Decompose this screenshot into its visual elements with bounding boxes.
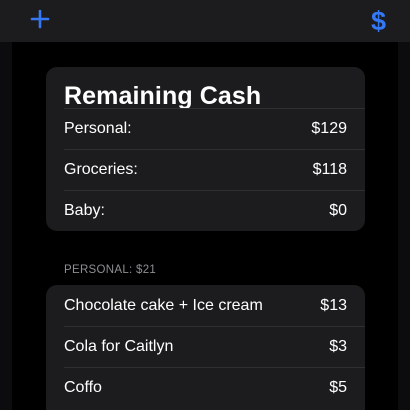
row-value: $129 — [311, 120, 347, 137]
summary-row-baby[interactable]: Baby: $0 — [46, 190, 365, 231]
row-value: $0 — [329, 202, 347, 219]
currency-button[interactable]: $ — [371, 6, 386, 36]
expense-row[interactable]: Chocolate cake + Ice cream $13 — [46, 285, 365, 326]
add-button[interactable] — [30, 6, 54, 36]
summary-row-personal[interactable]: Personal: $129 — [46, 108, 365, 149]
expense-label: Chocolate cake + Ice cream — [64, 297, 263, 314]
row-divider — [64, 190, 365, 191]
remaining-cash-card: Remaining Cash Personal: $129 Groceries:… — [46, 67, 365, 231]
row-divider — [64, 367, 365, 368]
dollar-sign-label: $ — [370, 6, 386, 36]
row-label: Groceries: — [64, 161, 138, 178]
left-edge — [0, 0, 12, 410]
expense-row[interactable]: Coffo $5 — [46, 367, 365, 408]
expense-amount: $13 — [320, 297, 347, 314]
section-header: PERSONAL: $21 — [64, 264, 157, 276]
expense-amount: $5 — [329, 379, 347, 396]
navigation-bar: $ — [0, 0, 410, 42]
expense-row[interactable]: Cola for Caitlyn $3 — [46, 326, 365, 367]
plus-icon — [30, 9, 50, 29]
expenses-list: Chocolate cake + Ice cream $13 Cola for … — [46, 285, 365, 410]
expense-label: Coffo — [64, 379, 102, 396]
right-edge — [398, 0, 410, 410]
summary-row-groceries[interactable]: Groceries: $118 — [46, 149, 365, 190]
row-value: $118 — [312, 161, 347, 178]
expense-label: Cola for Caitlyn — [64, 338, 174, 355]
row-label: Personal: — [64, 120, 132, 137]
expense-amount: $3 — [329, 338, 347, 355]
row-label: Baby: — [64, 202, 105, 219]
